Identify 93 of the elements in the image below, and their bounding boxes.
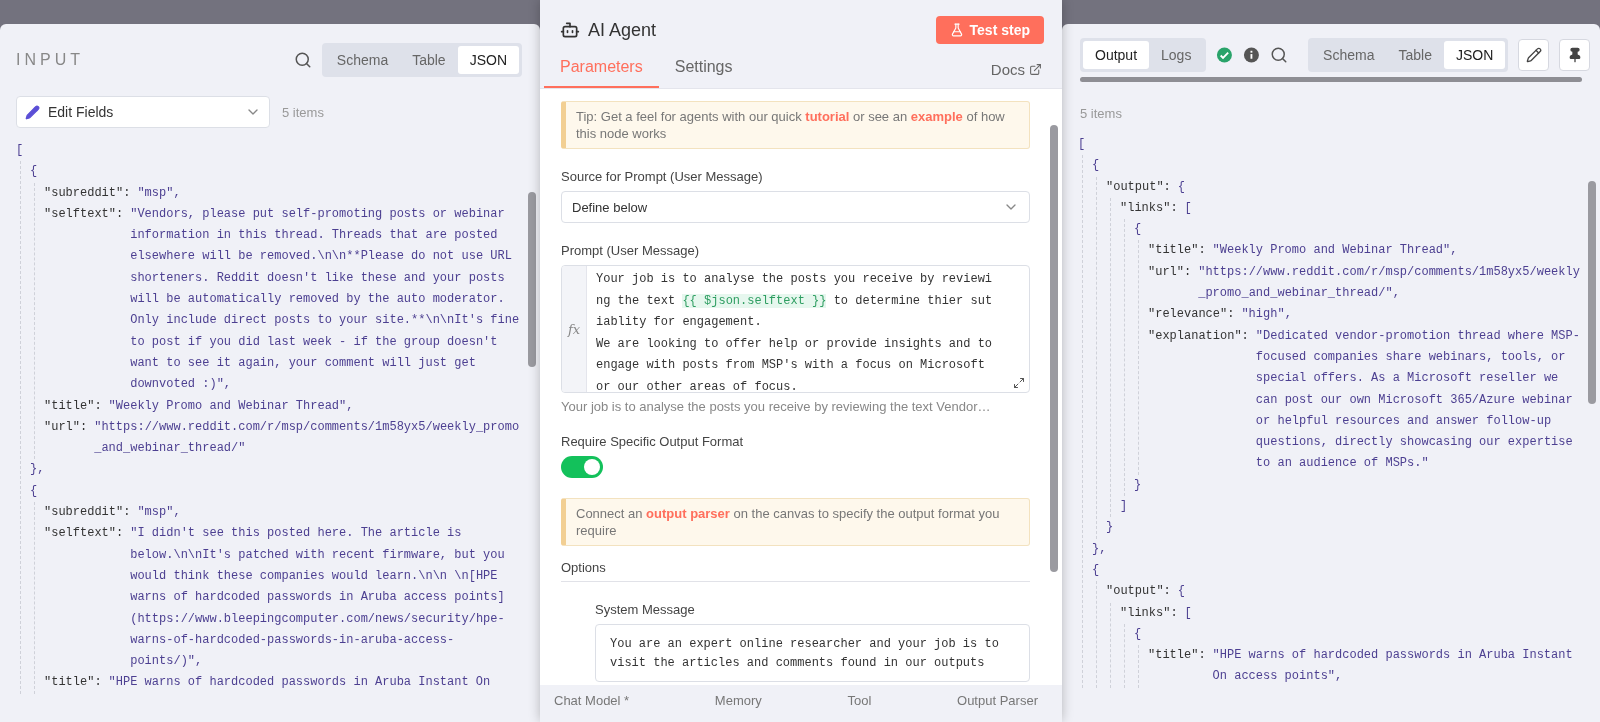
json-value: "Weekly Promo and Webinar Thread", — [108, 397, 355, 415]
inline-link[interactable]: example — [910, 109, 963, 124]
json-bracket: { — [1134, 221, 1142, 239]
search-icon[interactable] — [1270, 46, 1289, 64]
json-bracket: } — [1106, 519, 1114, 537]
item-count: 5 items — [282, 104, 324, 120]
flask-icon — [949, 23, 964, 37]
connector-label: Chat Model * — [554, 693, 630, 708]
external-link-icon — [1029, 63, 1042, 76]
toggle-switch[interactable] — [561, 456, 603, 478]
view-tab[interactable]: Table — [400, 46, 458, 74]
view-tab[interactable]: Output — [1083, 41, 1150, 69]
json-value: "Weekly Promo and Webinar Thread", — [1212, 242, 1459, 260]
json-value: "Dedicated vendor-promotion thread where MSP-focused companies share webinars, tools, or special offers. As a Microsoft reseller we can post our own Microsoft 365/Azure webinar or helpful resources and answer follow-up questions, directly showcasing our expertise to an audience of MSPs." — [1255, 327, 1581, 473]
search-icon[interactable] — [293, 51, 312, 69]
json-value: "msp", — [137, 504, 182, 522]
view-tab[interactable]: Schema — [324, 46, 401, 74]
info-icon[interactable] — [1243, 46, 1261, 64]
edit-button[interactable] — [1518, 39, 1550, 71]
json-key: "selftext": — [44, 203, 124, 396]
json-value: "I didn't see this posted here. The article is below.\n\nIt's patched with recent firmware, but you would think these companies would learn.\n\n \n[HPE warns of hardcoded passwords in Aruba access points](https://www.bleepingcomputer.com/news/security/hpe-warns-of-hardcoded-passwords-in-aruba-access-points/)", — [130, 525, 506, 671]
json-value: "HPE warns of hardcoded passwords in Aruba Instant On — [108, 674, 492, 692]
parser-notice: Connect an output parser on the canvas to specify the output format you require — [561, 498, 1030, 546]
inline-link[interactable]: output parser — [646, 506, 730, 521]
field-label: Source for Prompt (User Message) — [561, 169, 764, 184]
panel-title: INPUT — [16, 51, 85, 69]
json-key: "url": — [1148, 261, 1192, 305]
json-bracket: }, — [30, 461, 45, 479]
prompt-source-select[interactable]: Define below — [561, 191, 1030, 223]
json-bracket: { — [1092, 561, 1100, 579]
view-tab[interactable]: JSON — [1443, 41, 1506, 69]
view-tab[interactable]: Table — [1386, 41, 1444, 69]
field-label: System Message — [595, 602, 696, 617]
json-bracket: ] — [1120, 498, 1128, 516]
system-message-field[interactable]: You are an expert online researcher and your job is to visit the articles and comments found in our outputs — [595, 624, 1030, 682]
connector-label: Output Parser — [957, 693, 1038, 708]
settings-tab[interactable]: Parameters — [544, 58, 659, 88]
json-bracket: } — [1134, 476, 1142, 494]
settings-tab[interactable]: Settings — [658, 58, 749, 88]
inline-link[interactable]: tutorial — [805, 109, 850, 124]
json-value: "https://www.reddit.com/r/msp/comments/1m58yx5/weekly_promo_and_webinar_thread/", — [1198, 263, 1581, 303]
json-key: "explanation": — [1148, 325, 1249, 475]
json-bracket: { — [1177, 583, 1185, 601]
pin-button[interactable] — [1559, 39, 1590, 71]
json-bracket: }, — [1092, 540, 1107, 558]
json-bracket: [ — [1078, 136, 1086, 153]
check-circle-icon — [1216, 46, 1234, 64]
field-label: Prompt (User Message) — [561, 243, 700, 258]
view-tab[interactable]: Schema — [1311, 41, 1387, 69]
connector-label: Tool — [847, 693, 872, 708]
json-key: "title": — [1148, 240, 1206, 262]
json-bracket: [ — [16, 142, 24, 159]
json-key: "selftext": — [44, 523, 124, 673]
view-tab[interactable]: Logs — [1149, 41, 1204, 69]
json-key: "url": — [44, 416, 88, 460]
pencil-icon — [1525, 47, 1542, 63]
item-count: 5 items — [1080, 106, 1122, 121]
json-key: "title": — [44, 672, 102, 694]
json-key: "title": — [44, 395, 102, 417]
json-bracket: { — [30, 163, 38, 181]
json-bracket: { — [1134, 625, 1142, 643]
docs-link[interactable]: Docs — [990, 61, 1042, 88]
json-value: "high", — [1241, 306, 1293, 324]
node-select[interactable]: Edit Fields — [16, 96, 270, 128]
test-step-button[interactable]: Test step — [935, 16, 1044, 44]
json-key: "links": — [1120, 602, 1178, 624]
json-key: "links": — [1120, 197, 1178, 220]
json-value: "https://www.reddit.com/r/msp/comments/1m58yx5/weekly_promo_and_webinar_thread/" — [94, 418, 521, 458]
json-key: "relevance": — [1148, 304, 1235, 326]
json-key: "title": — [1148, 645, 1206, 688]
tip-notice: Tip: Get a feel for agents with our quick tutorial or see an example of how this node works — [561, 101, 1030, 149]
section-label: Options — [561, 560, 1030, 582]
horizontal-scrollbar[interactable] — [1080, 77, 1582, 82]
json-bracket: [ — [1184, 199, 1192, 217]
view-tab[interactable]: JSON — [457, 46, 519, 74]
json-value: "Vendors, please put self-promoting posts or webinar information in this thread. Threads that are posted elsewhere will be removed.\n\n**Please do not use URL shorteners. Reddit doesn't like these and your posts will be automatically removed by the auto moderator. Only include direct posts to your site.**\n\nIt's fine to post if you did last week - if the group doesn't want to see it again, your comment will just get downvoted :)", — [130, 205, 521, 394]
json-key: "output": — [1106, 176, 1171, 198]
prompt-preview: Your job is to analyse the posts you receive by reviewing the text Vendor… — [561, 399, 992, 414]
json-key: "output": — [1106, 581, 1171, 603]
robot-icon — [560, 20, 580, 40]
json-key: "subreddit": — [44, 182, 131, 204]
json-bracket: { — [1092, 157, 1100, 175]
json-key: "subreddit": — [44, 502, 131, 524]
prompt-field[interactable]: fx Your job is to analyse the posts you receive by reviewing the text {{ $json.selftext }} to determine thier sutiablity for engagement. We are looking to offer help or provide insights and to engage with posts from MSP's with a focus on Microsoft or our other areas of focus. — [561, 265, 1030, 393]
node-title: AI Agent — [588, 19, 658, 41]
json-value: "HPE warns of hardcoded passwords in Aruba Instant On access points", — [1212, 647, 1574, 686]
field-label: Require Specific Output Format — [561, 434, 745, 449]
json-value: "msp", — [137, 184, 182, 202]
json-bracket: { — [1177, 178, 1185, 196]
json-bracket: { — [30, 482, 38, 500]
json-bracket: [ — [1184, 604, 1192, 622]
connector-label: Memory — [714, 693, 762, 708]
pencil-icon — [25, 104, 40, 120]
